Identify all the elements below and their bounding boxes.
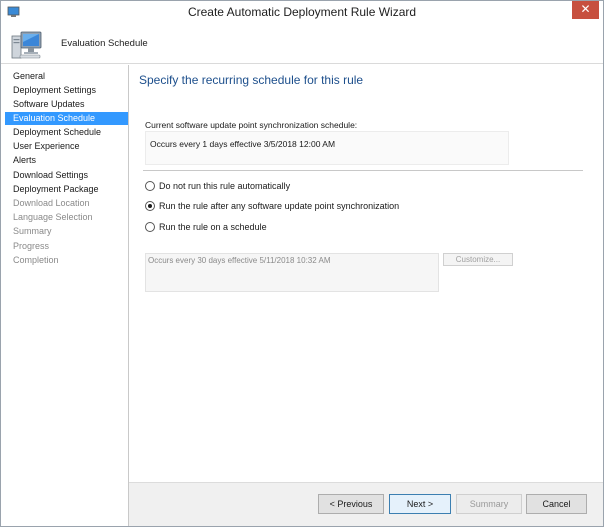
next-button[interactable]: Next >	[389, 494, 451, 514]
nav-item-evaluation-schedule[interactable]: Evaluation Schedule	[5, 112, 128, 125]
title-bar: Create Automatic Deployment Rule Wizard …	[1, 1, 603, 24]
option-run-on-schedule[interactable]: Run the rule on a schedule	[145, 220, 267, 234]
nav-item-download-settings[interactable]: Download Settings	[5, 169, 128, 182]
nav-item-download-location: Download Location	[13, 198, 90, 208]
option-label-do-not-run[interactable]: Do not run this rule automatically	[159, 181, 290, 191]
option-label-run-on-schedule[interactable]: Run the rule on a schedule	[159, 222, 267, 232]
summary-button: Summary	[456, 494, 522, 514]
nav-item-summary: Summary	[13, 226, 52, 236]
nav-item-deployment-package[interactable]: Deployment Package	[5, 183, 128, 196]
current-schedule-label: Current software update point synchroniz…	[145, 120, 358, 130]
customize-button: Customize...	[443, 253, 513, 266]
radio-do-not-run[interactable]	[145, 181, 155, 191]
nav-item-completion: Completion	[13, 255, 59, 265]
wizard-footer: < Previous Next > Summary Cancel	[129, 482, 603, 526]
wizard-navigation: General Deployment Settings Software Upd…	[1, 65, 129, 526]
nav-item-alerts[interactable]: Alerts	[5, 154, 128, 167]
nav-item-general[interactable]: General	[5, 70, 128, 83]
page-title: Specify the recurring schedule for this …	[139, 73, 364, 87]
schedule-display: Occurs every 30 days effective 5/11/2018…	[145, 253, 439, 292]
option-label-run-after-sync[interactable]: Run the rule after any software update p…	[159, 201, 399, 211]
nav-item-user-experience[interactable]: User Experience	[5, 140, 128, 153]
nav-item-progress: Progress	[13, 241, 50, 251]
nav-item-deployment-schedule[interactable]: Deployment Schedule	[5, 126, 128, 139]
radio-run-after-sync[interactable]	[145, 201, 155, 211]
schedule-value: Occurs every 30 days effective 5/11/2018…	[148, 256, 331, 265]
nav-item-deployment-settings[interactable]: Deployment Settings	[5, 84, 128, 97]
nav-item-language-selection: Language Selection	[13, 212, 93, 222]
computer-icon	[11, 31, 42, 59]
nav-item-software-updates[interactable]: Software Updates	[5, 98, 128, 111]
close-button[interactable]: ✕	[572, 1, 599, 19]
wizard-header: Evaluation Schedule	[1, 24, 603, 64]
option-run-after-sync[interactable]: Run the rule after any software update p…	[145, 199, 399, 213]
page-header-title: Evaluation Schedule	[61, 38, 148, 49]
radio-run-on-schedule[interactable]	[145, 222, 155, 232]
current-schedule-value: Occurs every 1 days effective 3/5/2018 1…	[150, 139, 336, 149]
wizard-window: Create Automatic Deployment Rule Wizard …	[0, 0, 604, 527]
cancel-button[interactable]: Cancel	[526, 494, 587, 514]
current-schedule-display: Occurs every 1 days effective 3/5/2018 1…	[145, 131, 509, 165]
previous-button[interactable]: < Previous	[318, 494, 384, 514]
section-divider	[143, 170, 583, 171]
window-title: Create Automatic Deployment Rule Wizard	[187, 5, 417, 19]
wizard-content: Specify the recurring schedule for this …	[129, 65, 603, 482]
option-do-not-run[interactable]: Do not run this rule automatically	[145, 179, 290, 193]
